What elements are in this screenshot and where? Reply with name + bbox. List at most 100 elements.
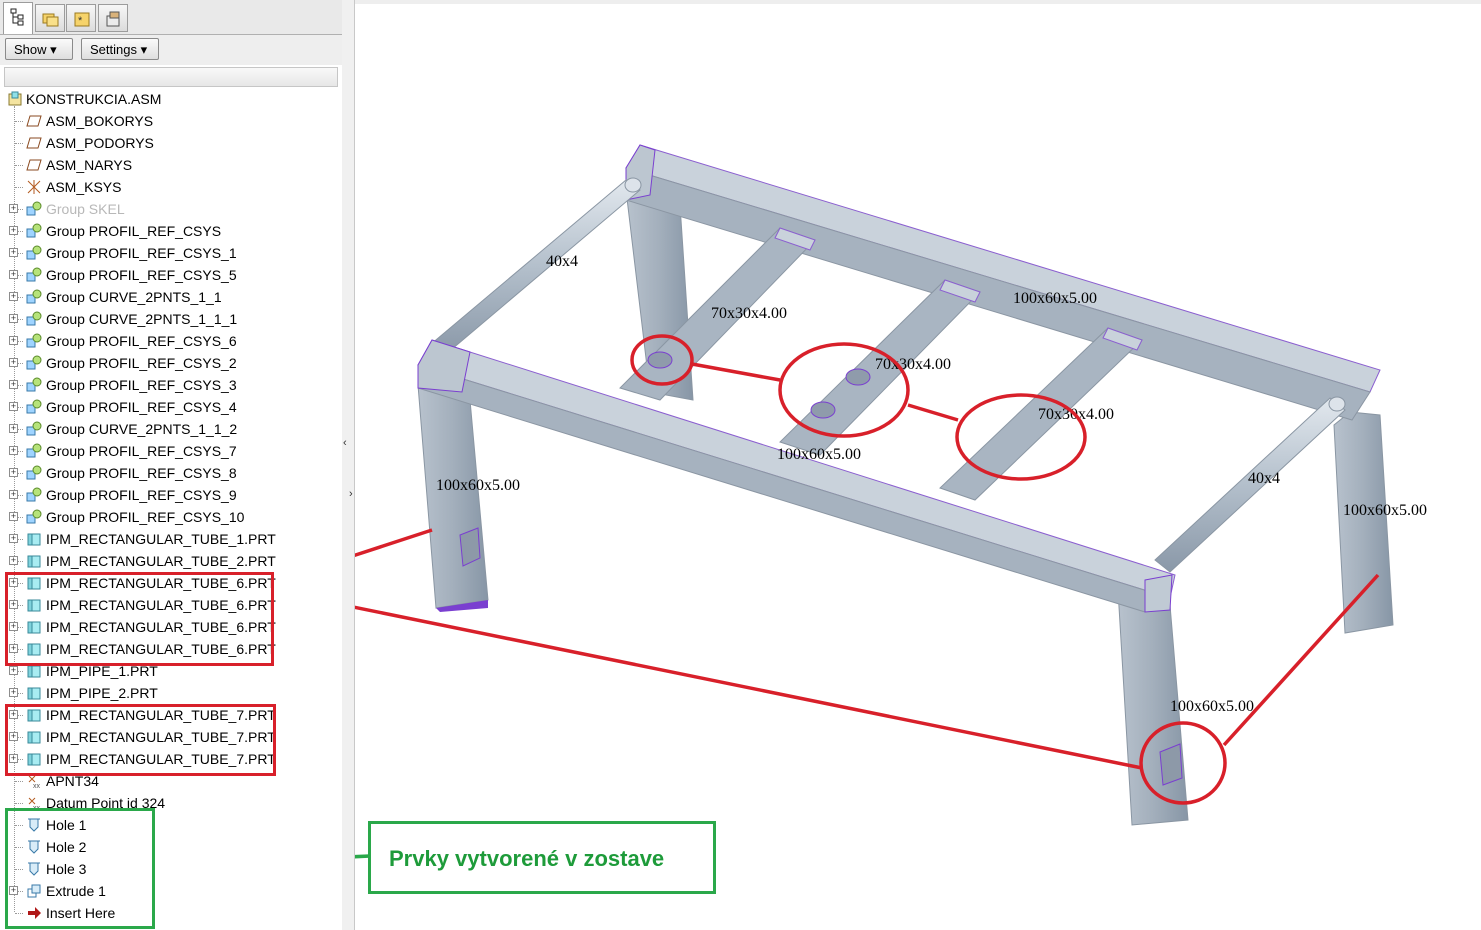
expand-toggle-icon[interactable]: +	[9, 468, 18, 477]
red-box-tube-6	[5, 572, 274, 666]
hole-1[interactable]	[647, 351, 673, 369]
expand-toggle-icon[interactable]: +	[9, 688, 18, 697]
tree-item[interactable]: + Group PROFIL_REF_CSYS_8	[0, 462, 330, 484]
tree-item[interactable]: + Group PROFIL_REF_CSYS_5	[0, 264, 330, 286]
expand-toggle-icon[interactable]: +	[9, 336, 18, 345]
tree-item-label: ASM_BOKORYS	[46, 113, 154, 129]
tree-item-label: IPM_RECTANGULAR_TUBE_2.PRT	[46, 553, 276, 569]
expand-toggle-icon[interactable]: +	[9, 248, 18, 257]
expand-toggle-icon[interactable]: +	[9, 358, 18, 367]
favorites-icon: *	[74, 12, 90, 27]
tree-item-label: IPM_RECTANGULAR_TUBE_1.PRT	[46, 531, 276, 547]
tree-item-label: Group PROFIL_REF_CSYS_6	[46, 333, 237, 349]
tree-item[interactable]: + IPM_PIPE_2.PRT	[0, 682, 330, 704]
tree-item[interactable]: KONSTRUKCIA.ASM	[0, 88, 330, 110]
hole-2[interactable]	[845, 368, 871, 386]
tree-item-label: KONSTRUKCIA.ASM	[26, 91, 162, 107]
tree-item[interactable]: + Group PROFIL_REF_CSYS_7	[0, 440, 330, 462]
dim-label-8: 100x60x5.00	[436, 477, 520, 494]
expand-right-arrow-icon[interactable]: ›	[349, 488, 353, 500]
group-icon	[26, 399, 42, 415]
left-pipe-40x4[interactable]	[429, 177, 642, 356]
tree-item[interactable]: + Group PROFIL_REF_CSYS_2	[0, 352, 330, 374]
part-icon	[26, 553, 42, 569]
tree-item[interactable]: + IPM_RECTANGULAR_TUBE_2.PRT	[0, 550, 330, 572]
red-box-tube-7	[5, 704, 276, 776]
expand-toggle-icon[interactable]: +	[9, 204, 18, 213]
group-icon	[26, 487, 42, 503]
expand-toggle-icon[interactable]: +	[9, 402, 18, 411]
expand-toggle-icon[interactable]: +	[9, 314, 18, 323]
datum-plane-icon	[26, 113, 42, 129]
expand-toggle-icon[interactable]: +	[9, 292, 18, 301]
tree-item[interactable]: + Group PROFIL_REF_CSYS_4	[0, 396, 330, 418]
group-icon	[26, 223, 42, 239]
expand-toggle-icon[interactable]: +	[9, 446, 18, 455]
layer-tab[interactable]	[98, 4, 128, 32]
tree-item-label: Group PROFIL_REF_CSYS_1	[46, 245, 237, 261]
coordinate-system-icon	[26, 179, 42, 195]
expand-toggle-icon[interactable]: +	[9, 424, 18, 433]
dim-label-6: 100x60x5.00	[777, 446, 861, 463]
dim-label-1: 40x4	[546, 253, 578, 270]
dim-label-10: 100x60x5.00	[1170, 698, 1254, 715]
tree-item[interactable]: + Group CURVE_2PNTS_1_1_1	[0, 308, 330, 330]
group-icon	[26, 333, 42, 349]
tree-item[interactable]: + Group CURVE_2PNTS_1_1_2	[0, 418, 330, 440]
tree-item[interactable]: + Group PROFIL_REF_CSYS_3	[0, 374, 330, 396]
tree-item[interactable]: ASM_BOKORYS	[0, 110, 330, 132]
expand-toggle-icon[interactable]: +	[9, 380, 18, 389]
model-tree-toolbar: Show ▾ Settings ▾	[0, 35, 342, 65]
navigator-tabs: *	[0, 0, 342, 35]
expand-toggle-icon[interactable]: +	[9, 666, 18, 675]
tree-item[interactable]: ASM_KSYS	[0, 176, 330, 198]
group-icon	[26, 443, 42, 459]
expand-toggle-icon[interactable]: +	[9, 490, 18, 499]
dim-label-4: 70x30x4.00	[875, 356, 951, 373]
model-tree-panel: * Show ▾ Settings ▾ KONSTRUKCIA.ASM ASM_B…	[0, 0, 343, 930]
tree-item-label: IPM_PIPE_2.PRT	[46, 685, 158, 701]
expand-toggle-icon[interactable]: +	[9, 556, 18, 565]
model-tree-icon	[10, 8, 24, 26]
collapse-left-arrow-icon[interactable]: ‹	[343, 437, 347, 449]
folder-icon	[42, 13, 59, 27]
expand-toggle-icon[interactable]: +	[9, 512, 18, 521]
features-callout-box: Prvky vytvorené v zostave	[368, 821, 716, 894]
folder-browser-tab[interactable]	[35, 4, 65, 32]
back-right-leg[interactable]	[1333, 411, 1394, 634]
group-icon	[26, 465, 42, 481]
dim-label-9: 100x60x5.00	[1343, 502, 1427, 519]
tree-item-label: Group SKEL	[46, 201, 125, 217]
front-left-leg[interactable]	[417, 384, 489, 612]
expand-toggle-icon[interactable]: +	[9, 534, 18, 543]
tree-item-label: ASM_PODORYS	[46, 135, 154, 151]
show-menu-button[interactable]: Show ▾	[5, 38, 73, 60]
tree-item[interactable]: ASM_NARYS	[0, 154, 330, 176]
settings-menu-button[interactable]: Settings ▾	[81, 38, 159, 60]
tree-item[interactable]: + Group PROFIL_REF_CSYS_6	[0, 330, 330, 352]
tree-item[interactable]: + Group PROFIL_REF_CSYS_9	[0, 484, 330, 506]
graphics-window[interactable]: 40x4 70x30x4.00 100x60x5.00 70x30x4.00 7…	[355, 0, 1481, 930]
expand-toggle-icon[interactable]: +	[9, 270, 18, 279]
tree-item-label: ASM_KSYS	[46, 179, 122, 195]
tree-item[interactable]: + IPM_RECTANGULAR_TUBE_1.PRT	[0, 528, 330, 550]
hole-3[interactable]	[810, 401, 836, 419]
group-icon	[26, 267, 42, 283]
panel-splitter[interactable]: ‹ ›	[342, 0, 355, 930]
tree-item[interactable]: + Group PROFIL_REF_CSYS	[0, 220, 330, 242]
tree-column-header[interactable]	[4, 67, 338, 87]
tree-item[interactable]: + Group SKEL	[0, 198, 330, 220]
model-tree-tab[interactable]	[3, 2, 33, 34]
tree-connector-branch	[15, 143, 23, 144]
extrude-cut-right[interactable]	[1159, 743, 1183, 786]
tree-item[interactable]: + Group PROFIL_REF_CSYS_1	[0, 242, 330, 264]
group-icon	[26, 377, 42, 393]
expand-toggle-icon[interactable]: +	[9, 226, 18, 235]
dim-label-7: 40x4	[1248, 470, 1280, 487]
tree-item[interactable]: ASM_PODORYS	[0, 132, 330, 154]
tree-item[interactable]: + Group CURVE_2PNTS_1_1	[0, 286, 330, 308]
tree-item[interactable]: + Group PROFIL_REF_CSYS_10	[0, 506, 330, 528]
tree-item-label: Group CURVE_2PNTS_1_1	[46, 289, 222, 305]
favorites-tab[interactable]: *	[66, 4, 96, 32]
group-icon	[26, 311, 42, 327]
